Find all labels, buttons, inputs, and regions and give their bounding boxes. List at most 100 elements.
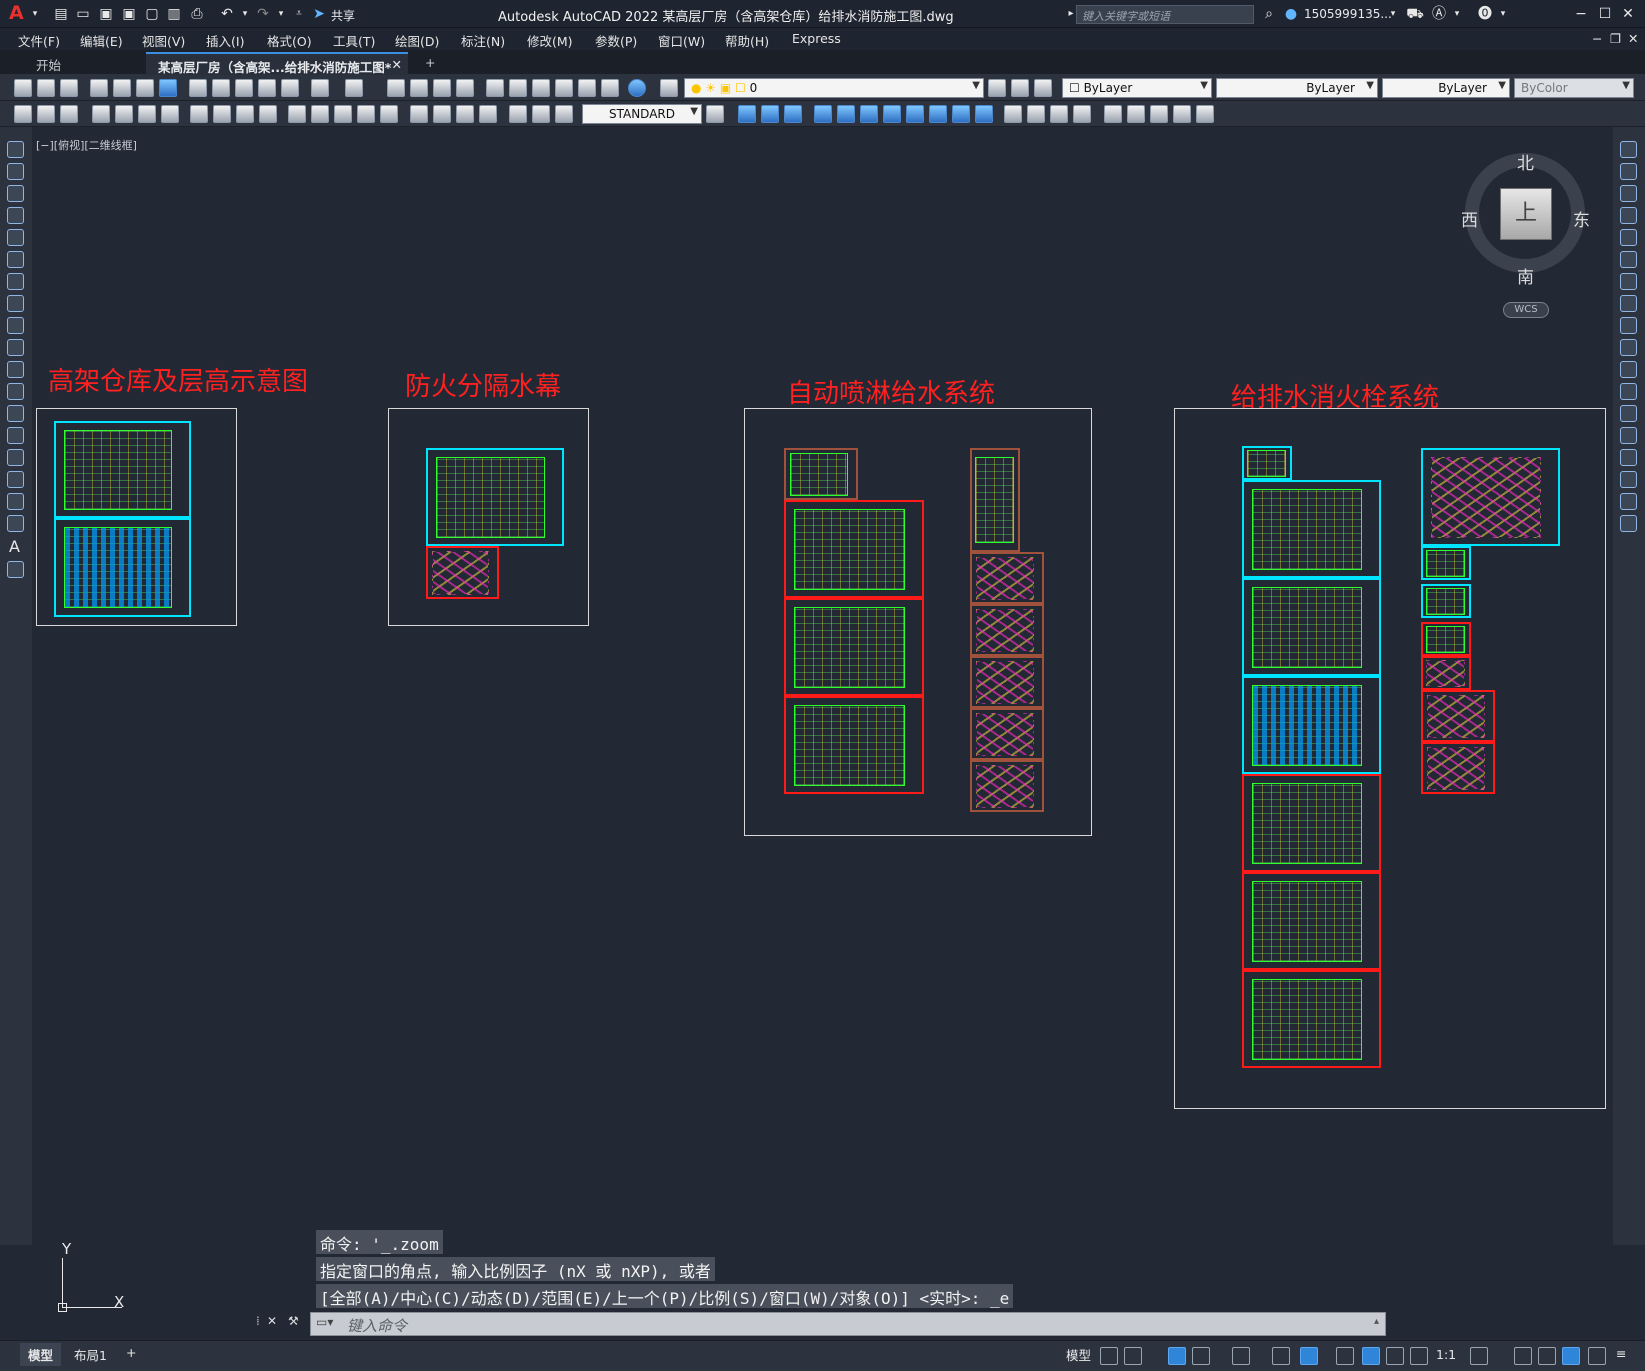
polygon-icon[interactable] <box>7 207 24 224</box>
undo-dropdown-icon[interactable]: ▾ <box>236 5 254 23</box>
viewport-controls[interactable]: [−][俯视][二维线框] <box>36 137 137 153</box>
viewcube-top-face[interactable]: 上 <box>1500 188 1552 240</box>
polar-icon[interactable] <box>1192 1347 1210 1365</box>
radius-dim-icon[interactable] <box>190 105 208 123</box>
linear-dim-icon[interactable] <box>92 105 110 123</box>
view-icon-4[interactable] <box>814 105 832 123</box>
properties-icon[interactable] <box>486 79 504 97</box>
diameter-dim-icon[interactable] <box>236 105 254 123</box>
wcs-menu[interactable]: WCS <box>1503 302 1549 318</box>
publish-icon[interactable]: ▥ <box>165 5 183 23</box>
dim-update-icon[interactable] <box>555 105 573 123</box>
help-toolbar-icon[interactable] <box>628 79 646 97</box>
command-close-icon[interactable]: ✕ <box>267 1314 277 1328</box>
units-icon[interactable] <box>1538 1347 1556 1365</box>
spline-icon[interactable] <box>7 317 24 334</box>
view-icon-3[interactable] <box>784 105 802 123</box>
redo-dropdown-icon[interactable]: ▾ <box>272 5 290 23</box>
join-icon[interactable] <box>1620 427 1637 444</box>
point-icon[interactable] <box>7 427 24 444</box>
visual-style-icon-3[interactable] <box>1050 105 1068 123</box>
linetype-select[interactable]: ByLayer ▼ <box>1216 78 1378 98</box>
command-recent-icon[interactable]: ▭▾ <box>316 1315 333 1329</box>
fillet-icon[interactable] <box>1620 471 1637 488</box>
menu-view[interactable]: 视图(V) <box>142 31 185 50</box>
break-point-icon[interactable] <box>1620 383 1637 400</box>
layer-select[interactable]: ● ☀ ▣ ☐ 0 ▼ <box>684 78 984 98</box>
aligned-dim-icon[interactable] <box>115 105 133 123</box>
rotate-icon[interactable] <box>1620 273 1637 290</box>
command-input[interactable]: ▭▾ 键入命令 ▴ <box>310 1312 1386 1336</box>
text-style-select[interactable]: STANDARD ▼ <box>582 104 702 124</box>
jogged-dim-icon[interactable] <box>213 105 231 123</box>
circle-icon[interactable] <box>7 273 24 290</box>
search-input[interactable]: 键入关键字或短语 <box>1076 5 1254 24</box>
center-mark-icon[interactable] <box>433 105 451 123</box>
ucs-icon-5[interactable] <box>1196 105 1214 123</box>
close-icon[interactable]: ✕ <box>1619 5 1637 23</box>
pan-icon[interactable] <box>387 79 405 97</box>
new-icon[interactable]: ▤ <box>52 5 70 23</box>
hatch-icon[interactable] <box>7 449 24 466</box>
design-center-icon[interactable] <box>509 79 527 97</box>
command-history-toggle-icon[interactable]: ▴ <box>1374 1316 1379 1327</box>
view-icon-10[interactable] <box>952 105 970 123</box>
copy-object-icon[interactable] <box>1620 163 1637 180</box>
quick-properties-icon[interactable] <box>1562 1347 1580 1365</box>
rectangle-icon[interactable] <box>7 229 24 246</box>
insert-block-icon[interactable] <box>7 383 24 400</box>
help-dropdown-icon[interactable]: ▾ <box>1494 5 1512 23</box>
jogged-linear-icon[interactable] <box>479 105 497 123</box>
menu-file[interactable]: 文件(F) <box>18 31 60 50</box>
dim-space-icon[interactable] <box>357 105 375 123</box>
tool-icon-3[interactable] <box>60 105 78 123</box>
web-save-icon[interactable]: ▢ <box>143 5 161 23</box>
dim-style-icon[interactable] <box>706 105 724 123</box>
command-grip-icon[interactable]: ⁞ <box>256 1314 260 1328</box>
view-icon-1[interactable] <box>738 105 756 123</box>
object-snap-icon[interactable] <box>1300 1347 1318 1365</box>
autodesk-app-icon[interactable]: Ⓐ <box>1430 5 1448 23</box>
dim-text-edit-icon[interactable] <box>532 105 550 123</box>
ucs-icon-4[interactable] <box>1173 105 1191 123</box>
view-icon-8[interactable] <box>906 105 924 123</box>
tab-layout1[interactable]: 布局1 <box>74 1345 107 1364</box>
block-editor-icon[interactable] <box>281 79 299 97</box>
undo-toolbar-icon[interactable] <box>311 79 329 97</box>
make-block-icon[interactable] <box>7 405 24 422</box>
make-current-icon[interactable] <box>988 79 1006 97</box>
ellipse-icon[interactable] <box>7 339 24 356</box>
quick-dim-icon[interactable] <box>288 105 306 123</box>
search-icon[interactable]: ⌕ <box>1260 5 1278 23</box>
chamfer-icon[interactable] <box>1620 449 1637 466</box>
qnew-icon[interactable] <box>14 79 32 97</box>
plot-icon[interactable]: ⎙ <box>188 5 206 23</box>
preview-icon[interactable] <box>113 79 131 97</box>
mtext-icon[interactable]: A <box>9 537 20 556</box>
trim-icon[interactable] <box>1620 339 1637 356</box>
view-icon-11[interactable] <box>975 105 993 123</box>
tool-palette-icon[interactable] <box>532 79 550 97</box>
markup-icon[interactable] <box>578 79 596 97</box>
offset-icon[interactable] <box>1620 207 1637 224</box>
snap-icon[interactable] <box>1124 1347 1142 1365</box>
menu-dimension[interactable]: 标注(N) <box>461 31 505 50</box>
save-icon[interactable]: ▣ <box>97 5 115 23</box>
compass-east[interactable]: 东 <box>1573 206 1590 231</box>
redo-toolbar-icon[interactable] <box>345 79 363 97</box>
add-selected-icon[interactable] <box>7 561 24 578</box>
polyline-icon[interactable] <box>7 185 24 202</box>
share-icon[interactable]: ➤ <box>310 5 328 23</box>
gradient-icon[interactable] <box>7 471 24 488</box>
print-icon[interactable] <box>90 79 108 97</box>
ucs-icon-3[interactable] <box>1150 105 1168 123</box>
annotation-scale-icon[interactable] <box>1410 1347 1428 1365</box>
menu-edit[interactable]: 编辑(E) <box>80 31 123 50</box>
paste-icon[interactable] <box>235 79 253 97</box>
open-file-icon[interactable] <box>37 79 55 97</box>
maximize-icon[interactable]: ☐ <box>1596 5 1614 23</box>
lineweight-icon[interactable] <box>1336 1347 1354 1365</box>
menu-tools[interactable]: 工具(T) <box>333 31 375 50</box>
isodraft-icon[interactable] <box>1232 1347 1250 1365</box>
layer-previous-icon[interactable] <box>1034 79 1052 97</box>
